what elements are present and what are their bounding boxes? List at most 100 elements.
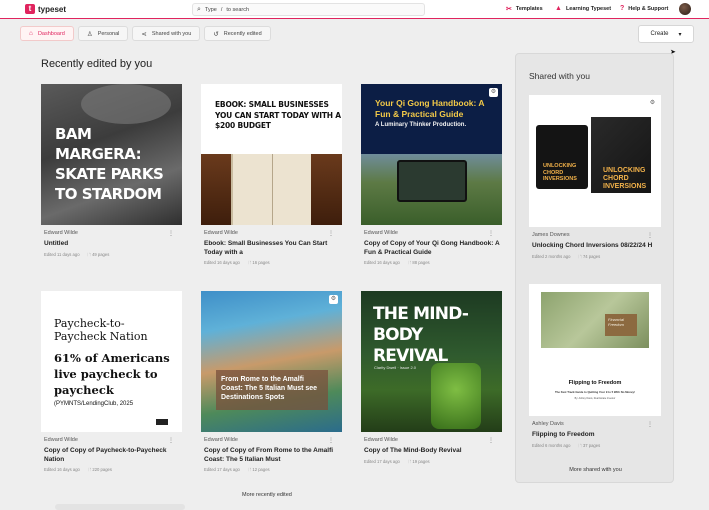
document-cover[interactable]: BAM MARGERA: SKATE PARKS TO STARDOM [41, 84, 182, 225]
home-icon: ⌂ [29, 30, 33, 37]
search-icon: ⌕ [197, 5, 201, 13]
document-author: Edward Wilde [204, 230, 238, 236]
cover-photo [81, 84, 171, 124]
page-count: 🗋 12 pages [247, 467, 270, 472]
tab-recently-edited[interactable]: ↺ Recently edited [204, 26, 271, 41]
document-cover[interactable]: Your Qi Gong Handbook: A Fun & Practical… [361, 84, 502, 225]
document-title[interactable]: Flipping to Freedom [532, 431, 661, 440]
templates-icon: ✂ [506, 6, 512, 13]
document-title[interactable]: Unlocking Chord Inversions 08/22/24 H [532, 242, 661, 251]
document-card[interactable]: THE MIND-BODY REVIVAL Clarity Dwell · Is… [361, 291, 502, 466]
document-meta: Edward Wilde ⋮ Ebook: Small Businesses Y… [201, 230, 342, 267]
search-shortcut: / [220, 6, 223, 13]
more-options-icon[interactable]: ⋮ [647, 421, 653, 428]
share-icon: ⋖ [141, 30, 147, 38]
shared-with-you-title: Shared with you [529, 71, 590, 81]
shared-document-card[interactable]: Financial Freedom Flipping to Freedom Th… [529, 284, 661, 450]
tab-dashboard[interactable]: ⌂ Dashboard [20, 26, 74, 41]
cover-text: Flipping to Freedom [568, 380, 622, 386]
document-author: James Downes [532, 232, 570, 238]
document-card[interactable]: Your Qi Gong Handbook: A Fun & Practical… [361, 84, 502, 267]
cover-heading: Paycheck-to-Paycheck Nation [54, 317, 148, 343]
tab-personal-label: Personal [97, 30, 120, 37]
document-author: Edward Wilde [44, 230, 78, 236]
search-placeholder-prefix: Type [204, 6, 217, 13]
search-placeholder-suffix: to search [226, 6, 250, 13]
document-cover[interactable]: Financial Freedom Flipping to Freedom Th… [529, 284, 661, 416]
document-title[interactable]: Copy of The Mind-Body Revival [364, 447, 502, 456]
document-author: Edward Wilde [364, 437, 398, 443]
create-label: Create [650, 31, 669, 37]
top-bar: t typeset ⌕ Type / to search ✂ Templates… [0, 0, 709, 19]
document-cover[interactable]: UNLOCKING CHORD INVERSIONS UNLOCKING CHO… [529, 95, 661, 227]
create-button[interactable]: Create ▾ [638, 25, 694, 43]
cover-text: THE MIND-BODY REVIVAL [373, 304, 469, 366]
document-meta: Edward Wilde ⋮ Untitled Edited 11 days a… [41, 230, 182, 259]
document-cover[interactable]: EBOOK: SMALL BUSINESSES YOU CAN START TO… [201, 84, 342, 225]
tab-shared[interactable]: ⋖ Shared with you [132, 26, 201, 41]
more-options-icon[interactable]: ⋮ [168, 230, 174, 237]
edited-time: Edited 6 months ago [532, 442, 571, 448]
search-input[interactable]: ⌕ Type / to search [192, 3, 425, 16]
cover-text: UNLOCKING CHORD INVERSIONS [603, 167, 647, 190]
nav-help[interactable]: ? Help & Support [620, 5, 668, 12]
cover-tag: Financial Freedom [605, 314, 637, 336]
more-options-icon[interactable]: ⋮ [168, 437, 174, 444]
document-cover[interactable]: Paycheck-to-Paycheck Nation 61% of Ameri… [41, 291, 182, 432]
cover-text: BAM MARGERA: SKATE PARKS TO STARDOM [55, 125, 164, 203]
document-title[interactable]: Copy of Copy of From Rome to the Amalfi … [204, 447, 342, 464]
edited-time: Edited 16 days ago [44, 467, 80, 472]
nav-learning[interactable]: ▲ Learning Typeset [555, 5, 611, 12]
document-card[interactable]: EBOOK: SMALL BUSINESSES YOU CAN START TO… [201, 84, 342, 267]
page-count: 🗋 37 pages [578, 442, 601, 448]
document-meta: Ashley Davis ⋮ Flipping to Freedom Edite… [529, 421, 661, 450]
filter-tabs: ⌂ Dashboard ♙ Personal ⋖ Shared with you… [20, 26, 271, 41]
more-options-icon[interactable]: ⋮ [488, 437, 494, 444]
cover-text: EBOOK: SMALL BUSINESSES YOU CAN START TO… [215, 100, 341, 130]
document-card[interactable]: From Rome to the Amalfi Coast: The 5 Ita… [201, 291, 342, 474]
document-author: Ashley Davis [532, 421, 564, 427]
user-icon: ♙ [86, 30, 93, 38]
document-title[interactable]: Untitled [44, 240, 182, 249]
tab-personal[interactable]: ♙ Personal [77, 26, 129, 41]
document-cover[interactable]: THE MIND-BODY REVIVAL Clarity Dwell · Is… [361, 291, 502, 432]
more-options-icon[interactable]: ⋮ [647, 232, 653, 239]
gear-icon[interactable]: ⚙ [489, 88, 498, 97]
cover-logo [156, 419, 168, 425]
cover-subtitle: A Luminary Thinker Production. [375, 122, 467, 128]
edited-time: Edited 16 days ago [364, 260, 400, 265]
document-cover[interactable]: From Rome to the Amalfi Coast: The 5 Ita… [201, 291, 342, 432]
avatar[interactable] [679, 3, 691, 15]
document-author: Edward Wilde [204, 437, 238, 443]
app-logo[interactable]: t typeset [25, 4, 66, 14]
cover-text-small: UNLOCKING CHORD INVERSIONS [543, 163, 577, 182]
gear-icon[interactable]: ⚙ [329, 295, 338, 304]
document-title[interactable]: Copy of Copy of Your Qi Gong Handbook: A… [364, 240, 502, 257]
more-shared-with-you-link[interactable]: More shared with you [516, 467, 675, 473]
shared-with-you-panel: Shared with you UNLOCKING CHORD INVERSIO… [515, 53, 674, 483]
more-options-icon[interactable]: ⋮ [488, 230, 494, 237]
document-card[interactable]: Paycheck-to-Paycheck Nation 61% of Ameri… [41, 291, 182, 474]
page-count: 🗋 49 pages [87, 251, 110, 257]
cover-tablet-image [397, 160, 467, 202]
nav-templates[interactable]: ✂ Templates [506, 5, 543, 13]
more-options-icon[interactable]: ⋮ [328, 230, 334, 237]
more-options-icon[interactable]: ⋮ [328, 437, 334, 444]
edited-time: Edited 2 months ago [532, 253, 571, 259]
edited-time: Edited 17 days ago [204, 467, 240, 472]
more-recently-edited-link[interactable]: More recently edited [242, 492, 292, 498]
document-card[interactable]: BAM MARGERA: SKATE PARKS TO STARDOM Edwa… [41, 84, 182, 259]
page-count: 🗋 220 pages [87, 467, 112, 472]
document-meta: Edward Wilde ⋮ Copy of Copy of From Rome… [201, 437, 342, 474]
document-title[interactable]: Copy of Copy of Paycheck-to-Paycheck Nat… [44, 447, 182, 464]
document-title[interactable]: Ebook: Small Businesses You Can Start To… [204, 240, 342, 257]
edited-time: Edited 16 days ago [204, 260, 240, 265]
tab-dashboard-label: Dashboard [37, 30, 65, 37]
gear-icon[interactable]: ⚙ [648, 99, 657, 108]
cover-subtitle: The Fast Track Guide to Quitting Your 9 … [554, 390, 636, 394]
document-meta: Edward Wilde ⋮ Copy of The Mind-Body Rev… [361, 437, 502, 466]
shared-document-card[interactable]: UNLOCKING CHORD INVERSIONS UNLOCKING CHO… [529, 95, 661, 261]
page-count: 🗋 16 pages [247, 260, 270, 265]
document-meta: Edward Wilde ⋮ Copy of Copy of Paycheck-… [41, 437, 182, 474]
recently-edited-title: Recently edited by you [41, 58, 153, 70]
